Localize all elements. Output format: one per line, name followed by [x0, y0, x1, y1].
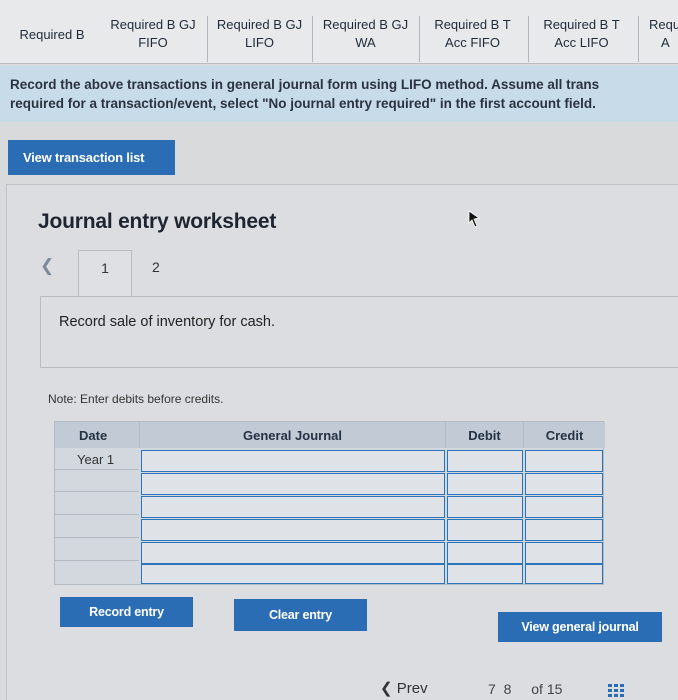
worksheet-page-tab-1[interactable]: 1 [78, 250, 132, 298]
tab-required-b-gj-fifo[interactable]: Required B GJ FIFO [100, 16, 206, 62]
row-divider [55, 469, 139, 470]
mouse-cursor-icon [468, 210, 480, 228]
debit-field-row-2[interactable] [447, 473, 523, 495]
tab-required-b-partial[interactable]: Requ A [638, 16, 678, 62]
clear-entry-button[interactable]: Clear entry [234, 599, 367, 631]
chevron-left-icon[interactable]: ❮ [40, 256, 54, 276]
tab-required-b-gj-wa[interactable]: Required B GJ WA [312, 16, 418, 62]
credit-field-row-2[interactable] [525, 473, 603, 495]
credit-field-row-3[interactable] [525, 496, 603, 518]
debit-field-row-6[interactable] [447, 564, 523, 584]
view-transaction-list-button[interactable]: View transaction list [8, 140, 175, 175]
record-entry-button[interactable]: Record entry [60, 597, 193, 627]
requirement-tabs: Required B Required B GJ FIFO Required B… [0, 0, 678, 64]
worksheet-page-tab-2[interactable]: 2 [152, 259, 160, 275]
view-general-journal-button[interactable]: View general journal [498, 612, 662, 642]
journal-entry-table: Date General Journal Debit Credit Year 1 [54, 421, 605, 585]
credit-field-row-1[interactable] [525, 450, 603, 472]
debit-field-row-5[interactable] [447, 542, 523, 564]
debit-field-row-3[interactable] [447, 496, 523, 518]
prev-button[interactable]: ❮ Prev [380, 679, 428, 697]
account-field-row-5[interactable] [141, 542, 445, 564]
entry-note: Note: Enter debits before credits. [48, 392, 224, 406]
tab-required-b[interactable]: Required B [12, 14, 92, 60]
credit-field-row-4[interactable] [525, 519, 603, 541]
general-journal-column-header: General Journal [139, 422, 445, 448]
row-divider [55, 537, 139, 538]
debit-column-header: Debit [445, 422, 523, 448]
instructions-banner: Record the above transactions in general… [0, 66, 678, 122]
tab-required-b-t-acc-lifo[interactable]: Required B T Acc LIFO [528, 16, 634, 62]
row-divider [55, 560, 139, 561]
tab-required-b-t-acc-fifo[interactable]: Required B T Acc FIFO [419, 16, 525, 62]
date-year-1: Year 1 [77, 452, 115, 467]
row-divider [55, 491, 139, 492]
row-divider [55, 514, 139, 515]
grid-icon[interactable] [608, 684, 624, 698]
transaction-description: Record sale of inventory for cash. [40, 296, 678, 368]
date-column-header: Date [55, 422, 139, 448]
tab-required-b-gj-lifo[interactable]: Required B GJ LIFO [207, 16, 311, 62]
page-indicator: 7 8 of 15 [488, 681, 563, 697]
credit-field-row-6[interactable] [525, 564, 603, 584]
account-field-row-3[interactable] [141, 496, 445, 518]
account-field-row-4[interactable] [141, 519, 445, 541]
account-field-row-6[interactable] [141, 564, 445, 584]
credit-column-header: Credit [523, 422, 605, 448]
account-field-row-1[interactable] [141, 450, 445, 472]
debit-field-row-4[interactable] [447, 519, 523, 541]
worksheet-title: Journal entry worksheet [38, 210, 277, 233]
chevron-left-icon: ❮ [380, 680, 393, 697]
credit-field-row-5[interactable] [525, 542, 603, 564]
account-field-row-2[interactable] [141, 473, 445, 495]
debit-field-row-1[interactable] [447, 450, 523, 472]
